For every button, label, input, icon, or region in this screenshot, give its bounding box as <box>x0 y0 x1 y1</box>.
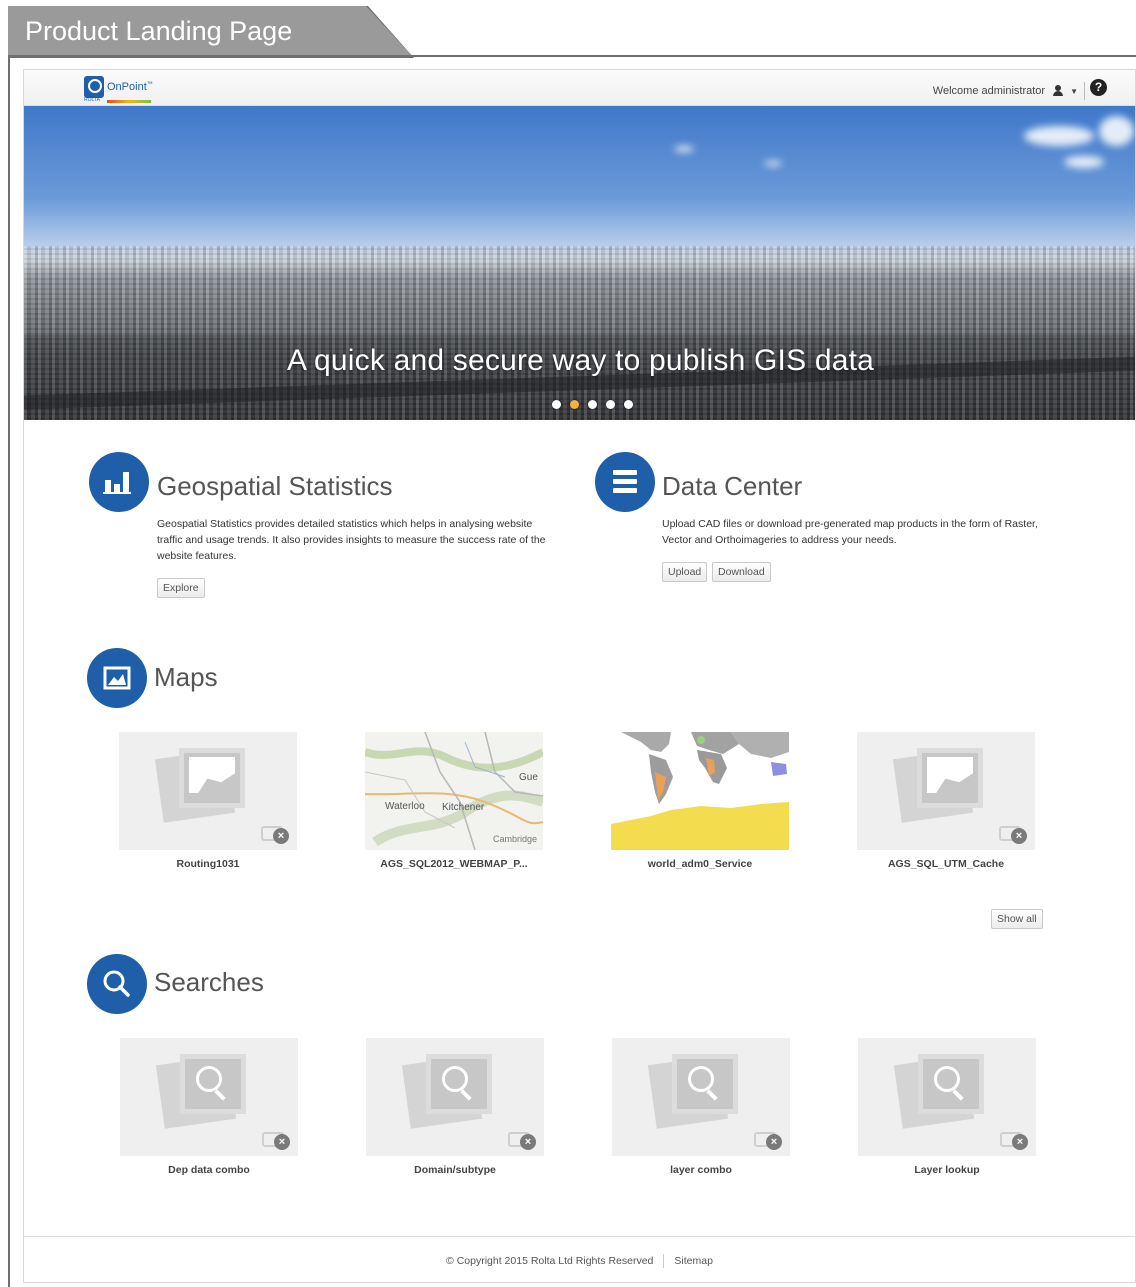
no-image-camera-icon: × <box>262 1126 290 1150</box>
onpoint-logo-icon <box>84 76 104 98</box>
cloud-shape <box>1099 116 1134 146</box>
map-thumbnail-placeholder[interactable]: × <box>857 732 1035 850</box>
bar-chart-icon <box>89 452 149 512</box>
searches-title: Searches <box>154 967 264 997</box>
kitchener-map-image: Gue Waterloo Kitchener Cambridge <box>365 732 543 850</box>
map-label-gue: Gue <box>519 772 538 783</box>
carousel-dot-4[interactable] <box>606 400 615 409</box>
list-icon <box>595 452 655 512</box>
search-tile-layer-combo[interactable]: × layer combo <box>612 1038 790 1176</box>
frame-top-line <box>8 55 1136 57</box>
download-button[interactable]: Download <box>712 562 771 582</box>
map-thumbnail-placeholder[interactable]: × <box>119 732 297 850</box>
logo-text: OnPoint™ <box>107 81 153 93</box>
app-window: OnPoint™ ROLTA Welcome administrator ▼ ?… <box>23 69 1136 1283</box>
search-tile-domain-subtype[interactable]: × Domain/subtype <box>366 1038 544 1176</box>
no-image-camera-icon: × <box>754 1126 782 1150</box>
show-all-maps-button[interactable]: Show all <box>991 909 1043 929</box>
kitchener-map-thumbnail[interactable]: Gue Waterloo Kitchener Cambridge <box>365 732 543 850</box>
page-footer: © Copyright 2015 Rolta Ltd Rights Reserv… <box>24 1236 1135 1282</box>
chevron-down-icon[interactable]: ▼ <box>1070 87 1078 96</box>
data-center-title: Data Center <box>662 471 803 501</box>
map-tile-label[interactable]: world_adm0_Service <box>611 858 789 870</box>
world-map-image <box>611 732 789 850</box>
search-icon <box>87 954 147 1014</box>
map-tile-ags-sql2012[interactable]: Gue Waterloo Kitchener Cambridge AGS_SQL… <box>365 732 543 870</box>
search-thumbnail-placeholder[interactable]: × <box>612 1038 790 1156</box>
carousel-dot-1[interactable] <box>552 400 561 409</box>
carousel-indicators <box>552 400 633 409</box>
search-tile-dep-data-combo[interactable]: × Dep data combo <box>120 1038 298 1176</box>
map-tile-label[interactable]: AGS_SQL2012_WEBMAP_P... <box>365 858 543 870</box>
hero-caption: A quick and secure way to publish GIS da… <box>286 344 875 377</box>
help-icon[interactable]: ? <box>1090 79 1107 96</box>
upload-button[interactable]: Upload <box>662 562 708 582</box>
search-tile-label[interactable]: Domain/subtype <box>366 1164 544 1176</box>
magnifier-icon <box>934 1066 960 1092</box>
explore-button[interactable]: Explore <box>157 578 205 598</box>
header-divider <box>1084 82 1085 100</box>
logo-sub-text: ROLTA <box>84 97 100 103</box>
map-tile-ags-sql-utm[interactable]: × AGS_SQL_UTM_Cache <box>857 732 1035 870</box>
map-tile-routing[interactable]: × Routing1031 <box>119 732 297 870</box>
onpoint-logo[interactable]: OnPoint™ ROLTA <box>84 76 153 103</box>
map-icon <box>87 648 147 708</box>
map-label-waterloo: Waterloo <box>385 801 425 812</box>
magnifier-icon <box>688 1066 714 1092</box>
map-label-kitchener: Kitchener <box>442 802 485 813</box>
no-image-camera-icon: × <box>508 1126 536 1150</box>
maps-title: Maps <box>154 662 218 692</box>
carousel-dot-2[interactable] <box>570 400 579 409</box>
no-image-camera-icon: × <box>1000 1126 1028 1150</box>
no-image-camera-icon: × <box>999 820 1027 844</box>
cloud-shape <box>1064 156 1104 168</box>
search-thumbnail-placeholder[interactable]: × <box>120 1038 298 1156</box>
search-thumbnail-placeholder[interactable]: × <box>858 1038 1036 1156</box>
search-tile-label[interactable]: layer combo <box>612 1164 790 1176</box>
cloud-shape <box>674 146 694 152</box>
welcome-text: Welcome administrator <box>932 85 1046 97</box>
search-tile-label[interactable]: Layer lookup <box>858 1164 1036 1176</box>
map-tile-world-adm0[interactable]: world_adm0_Service <box>611 732 789 870</box>
search-tile-label[interactable]: Dep data combo <box>120 1164 298 1176</box>
no-image-camera-icon: × <box>261 820 289 844</box>
header-user-area: Welcome administrator ▼ ? <box>932 79 1107 100</box>
world-map-thumbnail[interactable] <box>611 732 789 850</box>
sitemap-link[interactable]: Sitemap <box>674 1255 713 1267</box>
frame-left-line <box>8 55 10 1287</box>
magnifier-icon <box>196 1066 222 1092</box>
search-tile-layer-lookup[interactable]: × Layer lookup <box>858 1038 1036 1176</box>
geospatial-statistics-title: Geospatial Statistics <box>157 471 393 501</box>
top-header: OnPoint™ ROLTA Welcome administrator ▼ ? <box>24 70 1135 106</box>
cloud-shape <box>764 161 782 166</box>
page-label: Product Landing Page <box>8 6 412 56</box>
footer-divider <box>663 1253 665 1268</box>
carousel-dot-3[interactable] <box>588 400 597 409</box>
carousel-dot-5[interactable] <box>624 400 633 409</box>
cloud-shape <box>1024 126 1094 146</box>
map-tile-label[interactable]: Routing1031 <box>119 858 297 870</box>
map-label-cambridge: Cambridge <box>493 834 537 844</box>
hero-carousel: A quick and secure way to publish GIS da… <box>24 106 1135 420</box>
search-thumbnail-placeholder[interactable]: × <box>366 1038 544 1156</box>
map-tile-label[interactable]: AGS_SQL_UTM_Cache <box>857 858 1035 870</box>
copyright-text: © Copyright 2015 Rolta Ltd Rights Reserv… <box>446 1254 654 1267</box>
geospatial-statistics-description: Geospatial Statistics provides detailed … <box>157 518 546 562</box>
magnifier-icon <box>442 1066 468 1092</box>
data-center-description: Upload CAD files or download pre-generat… <box>662 518 1038 546</box>
logo-color-bar <box>107 100 151 103</box>
user-icon[interactable] <box>1053 85 1069 97</box>
